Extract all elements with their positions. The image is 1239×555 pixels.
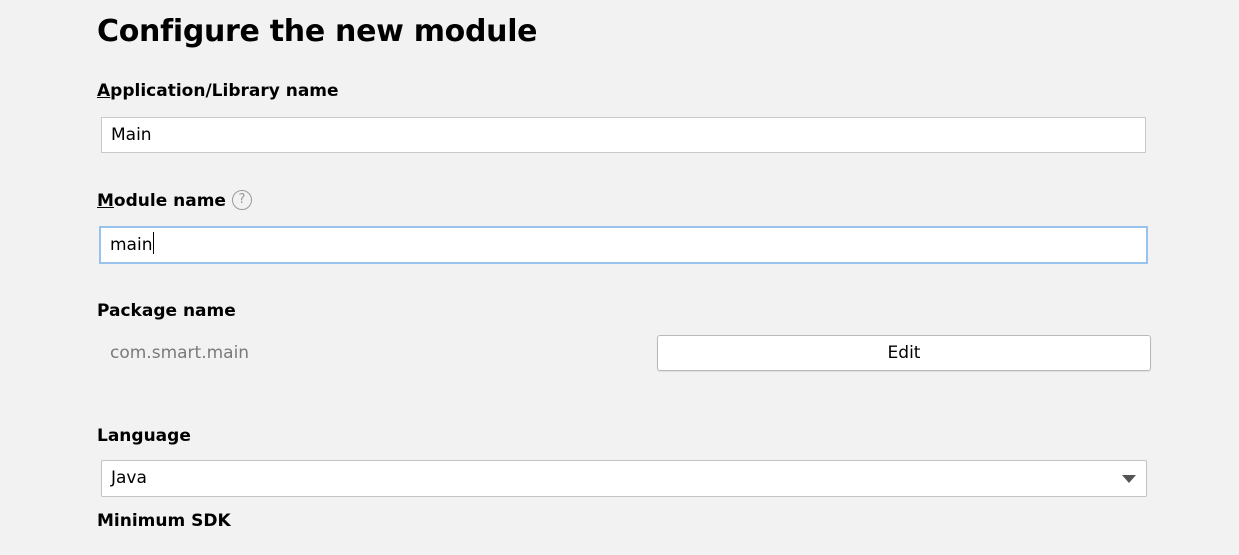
chevron-down-icon: [1122, 475, 1136, 483]
language-select[interactable]: Java: [101, 460, 1147, 497]
page-title: Configure the new module: [97, 14, 538, 49]
text-caret: [153, 232, 155, 254]
configure-module-page: Configure the new module Application/Lib…: [0, 0, 1239, 555]
module-name-label-text: odule name: [113, 191, 226, 211]
package-name-label: Package name: [97, 301, 236, 321]
module-name-input[interactable]: main: [99, 226, 1148, 264]
minimum-sdk-label: Minimum SDK: [97, 511, 231, 531]
package-name-value: com.smart.main: [110, 343, 250, 363]
app-name-label-mnemonic: A: [97, 81, 111, 101]
app-name-label: Application/Library name: [97, 81, 339, 101]
app-name-input[interactable]: Main: [101, 117, 1146, 153]
app-name-value: Main: [111, 125, 152, 145]
language-selected-value: Java: [111, 468, 147, 488]
module-name-label-mnemonic: M: [97, 191, 114, 211]
app-name-label-text: pplication/Library name: [110, 81, 339, 101]
module-name-label: Module name?: [97, 190, 252, 211]
module-name-value: main: [110, 235, 153, 255]
edit-package-button[interactable]: Edit: [657, 335, 1151, 371]
language-label: Language: [97, 426, 191, 446]
help-icon[interactable]: ?: [231, 190, 252, 210]
